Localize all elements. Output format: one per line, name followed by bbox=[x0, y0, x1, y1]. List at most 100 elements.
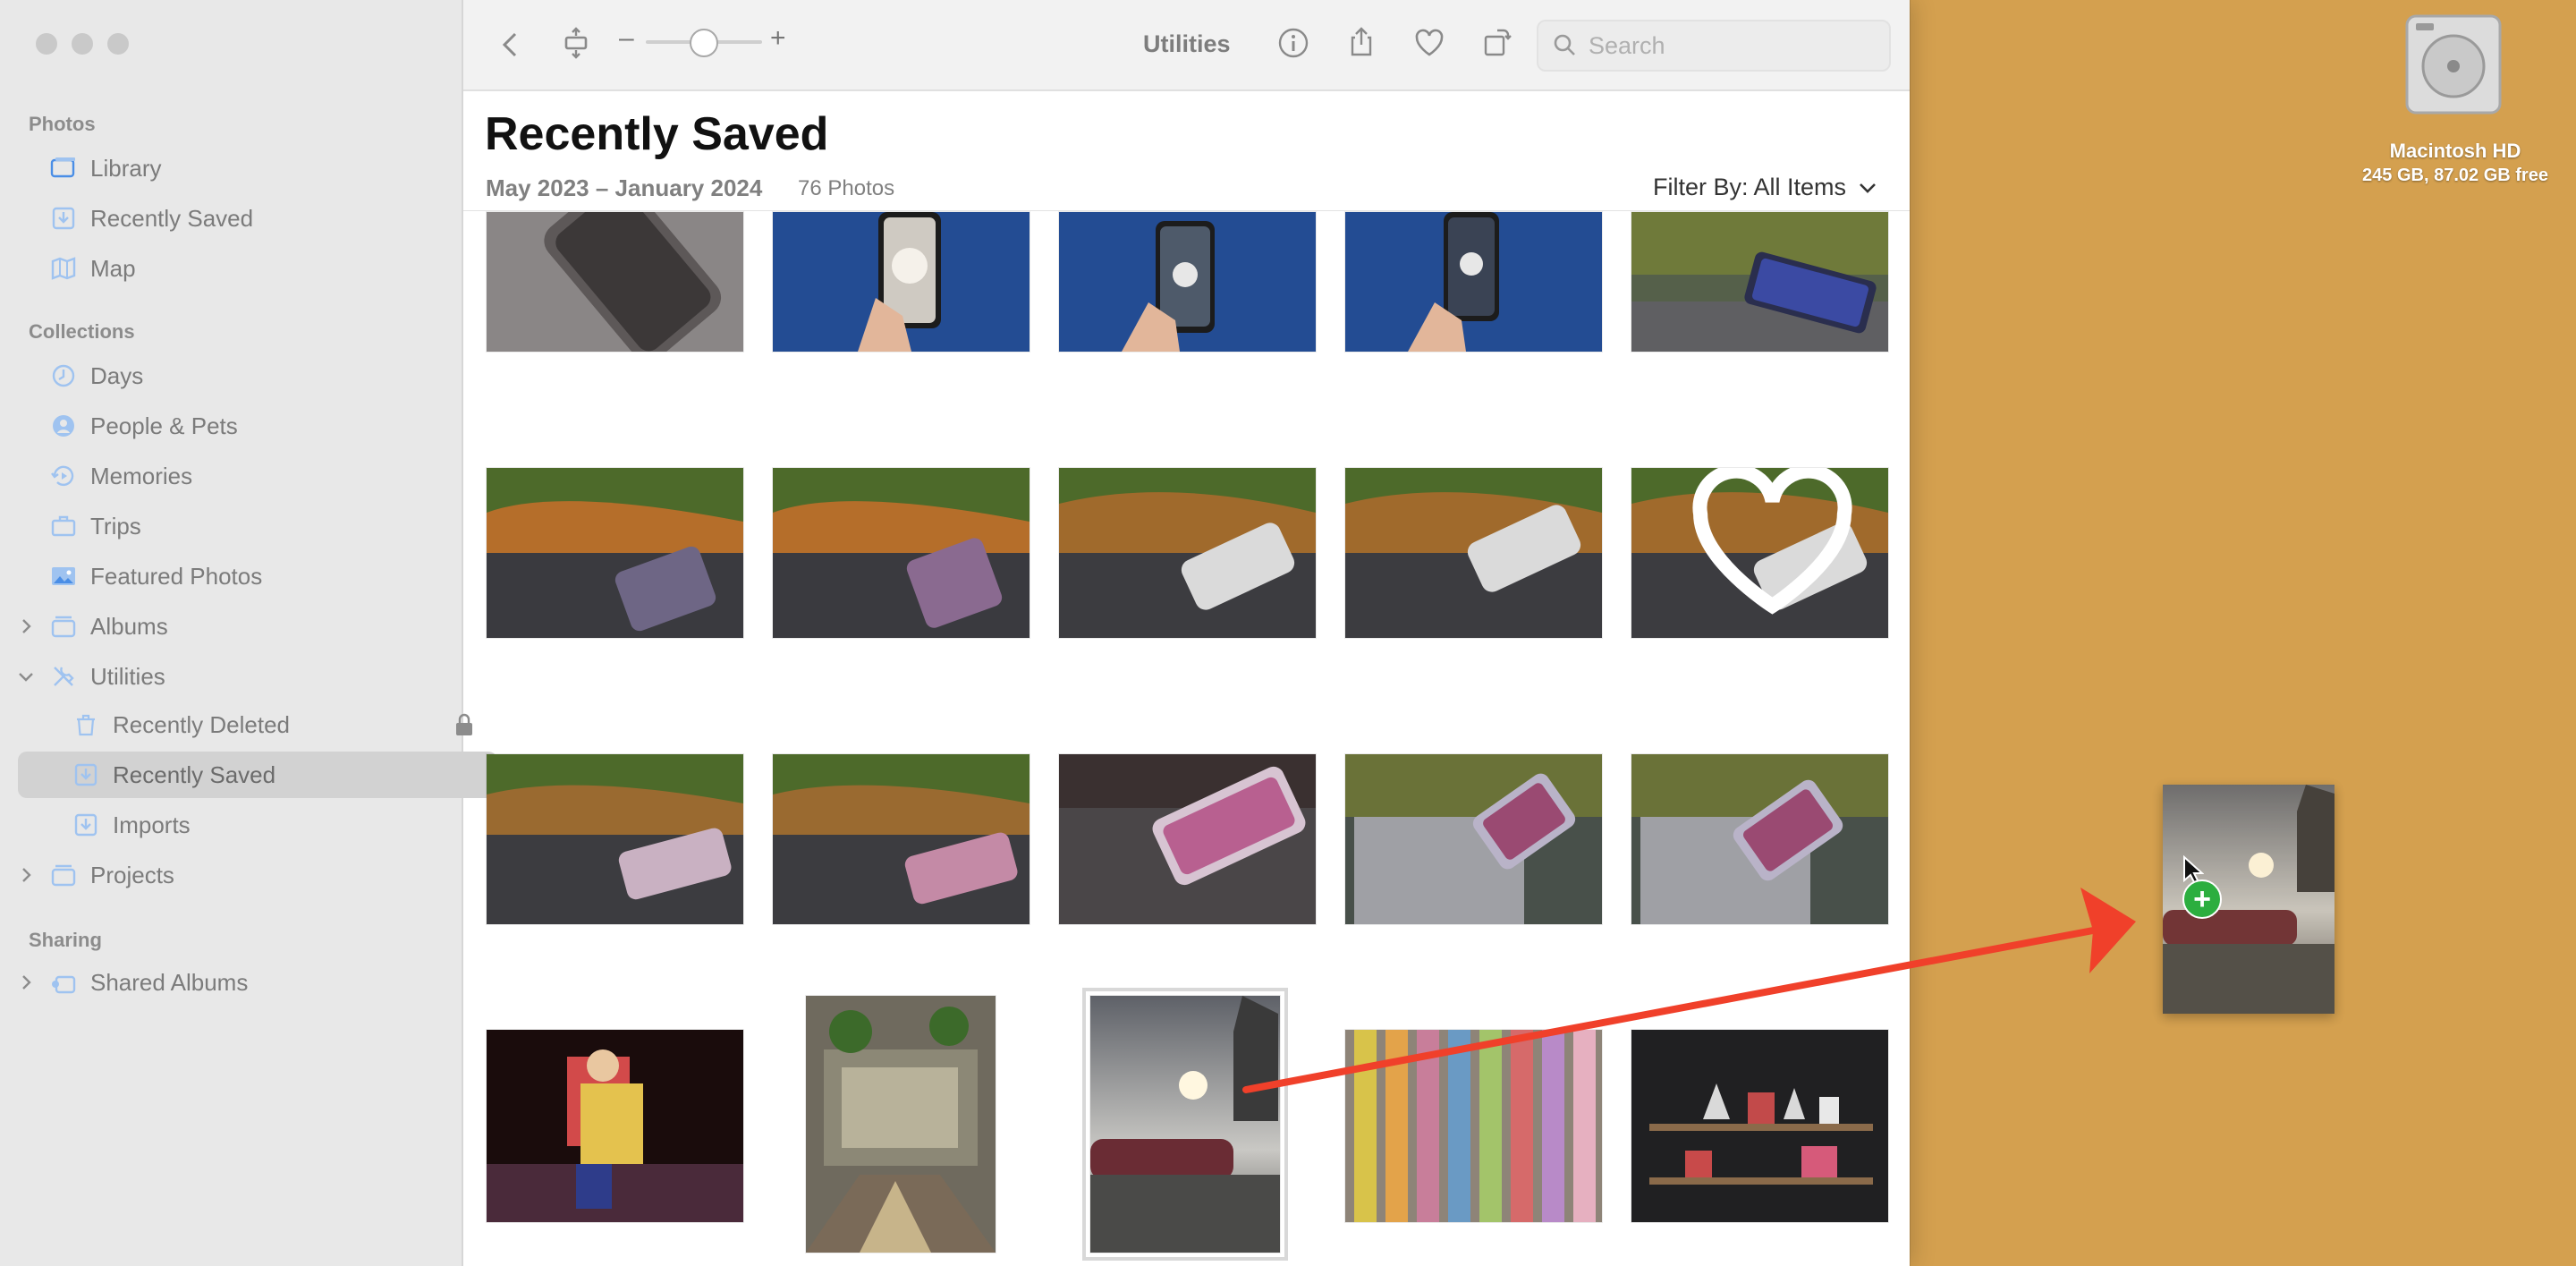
zoom-slider-knob[interactable] bbox=[690, 29, 718, 57]
zoom-in-button[interactable]: + bbox=[770, 23, 786, 54]
photo-thumbnail[interactable] bbox=[486, 467, 744, 639]
photo-count: 76 Photos bbox=[798, 176, 895, 200]
minimize-window-button[interactable] bbox=[72, 33, 93, 55]
photo-thumbnail[interactable] bbox=[1631, 1029, 1889, 1223]
sidebar-item-library[interactable]: Library bbox=[18, 145, 475, 191]
photo-thumbnail[interactable] bbox=[1344, 467, 1603, 639]
photo-thumbnail[interactable] bbox=[486, 753, 744, 925]
photo-thumbnail[interactable] bbox=[1058, 753, 1317, 925]
search-icon bbox=[1554, 34, 1575, 55]
info-icon[interactable] bbox=[1277, 27, 1309, 59]
album-stack-icon bbox=[51, 616, 76, 638]
filter-label: Filter By: All Items bbox=[1653, 174, 1847, 200]
sidebar-item-shared-albums[interactable]: Shared Albums bbox=[18, 959, 475, 1006]
sidebar-item-label: Memories bbox=[90, 462, 193, 489]
sidebar-item-label: Albums bbox=[90, 612, 168, 640]
download-tray-icon bbox=[74, 813, 97, 837]
photo-thumbnail[interactable] bbox=[1058, 211, 1317, 353]
toolbar: – + Utilities bbox=[463, 0, 1910, 91]
favorite-heart-icon bbox=[1692, 468, 1852, 615]
photos-window: Photos Library Recently Saved Map Collec… bbox=[0, 0, 1910, 1266]
zoom-out-button[interactable]: – bbox=[619, 23, 634, 54]
sidebar-item-map[interactable]: Map bbox=[18, 245, 475, 292]
sidebar-item-label: Days bbox=[90, 361, 144, 389]
aspect-toggle-icon[interactable] bbox=[560, 27, 592, 59]
sidebar-item-utilities[interactable]: Utilities bbox=[18, 653, 475, 700]
suitcase-icon bbox=[51, 515, 76, 537]
sidebar-item-label: Imports bbox=[113, 811, 191, 838]
hard-drive-icon[interactable] bbox=[2400, 11, 2507, 118]
photo-grid bbox=[463, 211, 1910, 1266]
chevron-down-icon[interactable] bbox=[16, 667, 36, 686]
photo-thumbnail[interactable] bbox=[1631, 753, 1889, 925]
shared-album-icon bbox=[52, 975, 76, 994]
disk-info-label: 245 GB, 87.02 GB free bbox=[2362, 166, 2548, 185]
sidebar-item-recently-saved[interactable]: Recently Saved bbox=[18, 195, 475, 242]
chevron-right-icon[interactable] bbox=[16, 616, 36, 636]
section-title-photos: Photos bbox=[29, 113, 96, 135]
sidebar-item-albums[interactable]: Albums bbox=[18, 603, 475, 650]
clock-icon bbox=[52, 364, 75, 387]
photo-thumbnail[interactable] bbox=[1344, 211, 1603, 353]
sidebar-item-days[interactable]: Days bbox=[18, 353, 475, 399]
sidebar-item-label: Recently Saved bbox=[90, 204, 254, 232]
memories-icon bbox=[51, 465, 74, 487]
photo-thumbnail[interactable] bbox=[1631, 467, 1889, 639]
sidebar-item-people-pets[interactable]: People & Pets bbox=[18, 403, 475, 449]
sidebar: Photos Library Recently Saved Map Collec… bbox=[0, 0, 497, 1266]
sidebar-item-trips[interactable]: Trips bbox=[18, 503, 475, 549]
sidebar-item-label: Utilities bbox=[90, 662, 165, 690]
search-input[interactable] bbox=[1587, 29, 1877, 63]
favorite-heart-icon[interactable] bbox=[1413, 27, 1445, 59]
close-window-button[interactable] bbox=[36, 33, 57, 55]
sidebar-item-label: Recently Saved bbox=[113, 760, 276, 788]
photo-thumbnail[interactable] bbox=[772, 753, 1030, 925]
sidebar-item-label: Library bbox=[90, 154, 162, 182]
sidebar-item-label: Shared Albums bbox=[90, 968, 249, 996]
sidebar-item-label: Map bbox=[90, 254, 136, 282]
map-icon bbox=[51, 257, 76, 280]
photo-thumbnail[interactable] bbox=[1631, 211, 1889, 353]
section-title-sharing: Sharing bbox=[29, 929, 102, 951]
photo-thumbnail[interactable] bbox=[1058, 467, 1317, 639]
disk-name-label: Macintosh HD bbox=[2389, 140, 2521, 162]
window-controls bbox=[36, 33, 129, 55]
zoom-window-button[interactable] bbox=[107, 33, 129, 55]
toolbar-title: Utilities bbox=[1143, 30, 1231, 57]
sidebar-item-imports[interactable]: Imports bbox=[18, 802, 497, 848]
page-title: Recently Saved bbox=[485, 108, 829, 160]
sidebar-item-projects[interactable]: Projects bbox=[18, 852, 475, 898]
trash-icon bbox=[77, 714, 95, 736]
photo-thumbnail[interactable] bbox=[486, 1029, 744, 1223]
share-icon[interactable] bbox=[1345, 25, 1377, 57]
photo-icon bbox=[52, 567, 75, 585]
photo-thumbnail[interactable] bbox=[805, 995, 996, 1253]
sidebar-item-memories[interactable]: Memories bbox=[18, 453, 475, 499]
chevron-right-icon[interactable] bbox=[16, 973, 36, 992]
download-tray-icon bbox=[52, 207, 75, 230]
date-range: May 2023 – January 2024 bbox=[486, 174, 763, 201]
back-chevron-icon[interactable] bbox=[496, 29, 528, 61]
rotate-icon[interactable] bbox=[1481, 25, 1513, 57]
photo-thumbnail[interactable] bbox=[486, 211, 744, 353]
download-tray-icon bbox=[74, 763, 97, 786]
photo-thumbnail[interactable] bbox=[1344, 1029, 1603, 1223]
library-icon bbox=[50, 157, 75, 178]
chevron-down-icon bbox=[1860, 183, 1876, 193]
person-circle-icon bbox=[53, 415, 74, 437]
sidebar-item-recently-deleted[interactable]: Recently Deleted bbox=[18, 701, 497, 748]
sidebar-item-label: People & Pets bbox=[90, 412, 238, 439]
sidebar-item-featured-photos[interactable]: Featured Photos bbox=[18, 553, 475, 599]
search-field[interactable] bbox=[1537, 20, 1891, 72]
chevron-right-icon[interactable] bbox=[16, 865, 36, 885]
sidebar-item-recently-saved-utilities[interactable]: Recently Saved bbox=[18, 752, 497, 798]
filter-dropdown[interactable]: Filter By: All Items bbox=[1653, 174, 1878, 201]
photo-thumbnail[interactable] bbox=[1344, 753, 1603, 925]
photo-thumbnail[interactable] bbox=[772, 467, 1030, 639]
photo-thumbnail[interactable] bbox=[772, 211, 1030, 353]
section-title-collections: Collections bbox=[29, 320, 135, 343]
sidebar-item-label: Trips bbox=[90, 512, 141, 540]
sidebar-item-label: Projects bbox=[90, 861, 174, 888]
photo-thumbnail-selected[interactable] bbox=[1082, 988, 1288, 1261]
sidebar-item-label: Recently Deleted bbox=[113, 710, 290, 738]
